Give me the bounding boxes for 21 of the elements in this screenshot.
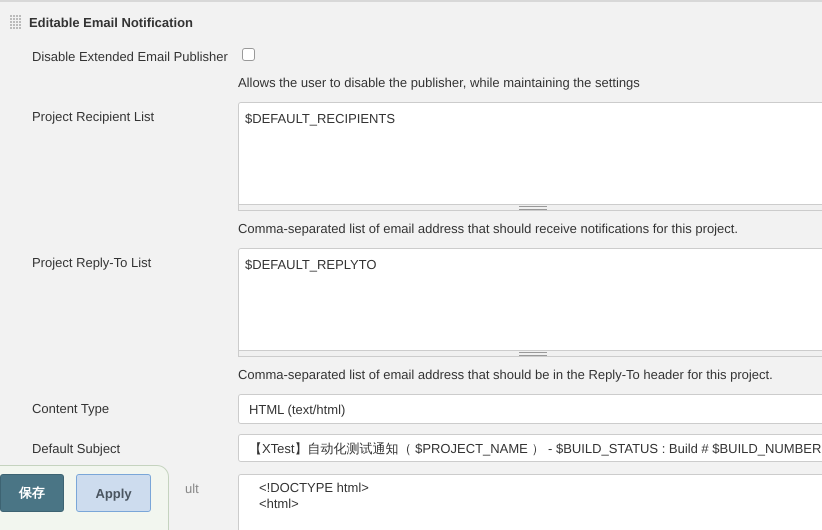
field-label: Project Reply-To List [32, 255, 152, 271]
field-label: Project Recipient List [32, 109, 154, 125]
text-area-field[interactable]: $DEFAULT_RECIPIENTS [238, 102, 822, 205]
help-text: Allows the user to disable the publisher, while maintaining the settings [238, 74, 641, 92]
drag-handle-icon[interactable] [10, 14, 21, 30]
apply-button[interactable]: Apply [76, 474, 151, 512]
resize-grip-icon[interactable] [519, 206, 547, 210]
content-type-dropdown[interactable]: HTML (text/html) [238, 394, 822, 424]
field-label: Disable Extended Email Publisher [32, 49, 228, 65]
checkbox[interactable] [242, 48, 255, 61]
text-area-field[interactable]: $DEFAULT_REPLYTO [238, 248, 822, 351]
help-text: Comma-separated list of email address that should be in the Reply-To header for this project. [238, 366, 774, 384]
section-title: Editable Email Notification [29, 14, 193, 30]
field-label: Default Subject [32, 441, 120, 457]
subject-input-field[interactable]: 【XTest】自动化测试通知（ $PROJECT_NAME ） - $BUILD_STATUS : Build # $BUILD_NUMBER [238, 434, 822, 462]
field-label: ult [185, 481, 199, 497]
save-button[interactable]: 保存 [0, 474, 64, 512]
help-text: Comma-separated list of email address that should receive notifications for this project. [238, 220, 740, 238]
resize-grip-icon[interactable] [519, 352, 547, 356]
field-label: Content Type [32, 401, 110, 417]
code-editor-field[interactable]: <!DOCTYPE html> <html> [238, 474, 822, 530]
